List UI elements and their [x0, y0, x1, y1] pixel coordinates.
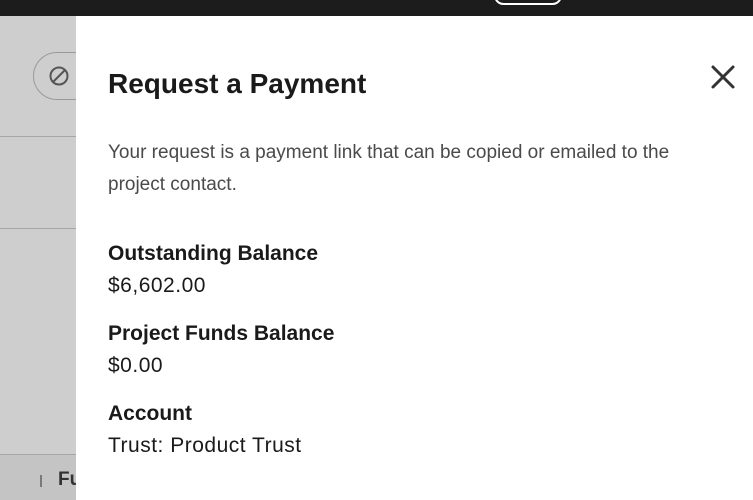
outstanding-balance-label: Outstanding Balance [108, 242, 319, 265]
request-payment-panel: Request a Payment Your request is a paym… [76, 16, 753, 500]
account-label: Account [108, 402, 192, 425]
top-bar [0, 0, 753, 16]
project-funds-balance-label: Project Funds Balance [108, 322, 335, 345]
ban-icon [49, 66, 69, 86]
panel-description: Your request is a payment link that can … [108, 142, 670, 195]
outstanding-balance-value: $6,602.00 [108, 274, 206, 297]
project-funds-balance-value: $0.00 [108, 354, 164, 377]
top-bar-button[interactable] [494, 0, 562, 5]
panel-title: Request a Payment [108, 68, 367, 99]
footer-separator [40, 475, 42, 487]
close-icon[interactable] [709, 63, 737, 91]
account-value: Trust: Product Trust [108, 434, 302, 457]
